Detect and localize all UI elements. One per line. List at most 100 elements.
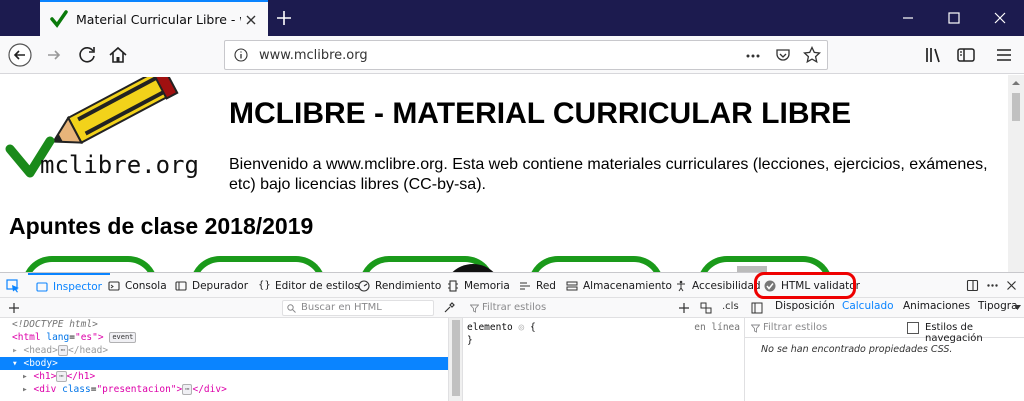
collapsed-badge[interactable]: ⋯ (182, 384, 193, 395)
eyedropper-icon[interactable] (443, 302, 455, 314)
body-node[interactable]: ▾ <body> (12, 357, 58, 370)
info-icon[interactable] (234, 48, 248, 62)
page-title: MCLIBRE - MATERIAL CURRICULAR LIBRE (229, 97, 852, 130)
browser-tab[interactable]: Material Curricular Libre - www.mclibre.… (40, 0, 268, 36)
tab-label: Almacenamiento (583, 279, 672, 292)
tab-accessibility[interactable]: Accesibilidad (675, 273, 761, 298)
tab-network[interactable]: Red (519, 273, 556, 298)
course-card[interactable] (697, 256, 833, 272)
collapsed-badge[interactable]: ⋯ (57, 345, 69, 356)
tab-console[interactable]: Consola (108, 273, 167, 298)
rule-source-location[interactable]: en línea (694, 322, 740, 333)
sidebar-icon[interactable] (954, 43, 978, 67)
doctype-node[interactable]: <!DOCTYPE html> (12, 318, 98, 331)
course-card[interactable] (190, 256, 326, 272)
body-tag: <body> (23, 358, 58, 369)
tab-fonts[interactable]: Tipogra (978, 300, 1018, 312)
logo-text: mclibre.org (40, 151, 199, 179)
tab-label: Consola (125, 279, 167, 292)
course-card[interactable] (359, 256, 503, 272)
toggle-pseudo-classes-icon[interactable] (700, 302, 712, 314)
filter-icon (470, 304, 479, 313)
library-icon[interactable] (922, 43, 946, 67)
reload-icon[interactable] (76, 43, 100, 67)
tab-storage[interactable]: Almacenamiento (566, 273, 672, 298)
toggle-sidebar-icon[interactable] (751, 302, 763, 314)
filter-styles-input[interactable]: Filtrar estilos (466, 300, 670, 316)
cls-toggle[interactable]: .cls (722, 301, 739, 312)
devtools-tabbar: Inspector Consola Depurador {} Editor de… (0, 273, 1024, 298)
element-rule[interactable]: elemento ◎ { (467, 322, 536, 333)
forward-icon[interactable] (42, 43, 66, 67)
intro-paragraph: Bienvenido a www.mclibre.org. Esta web c… (229, 156, 988, 193)
rules-view: elemento ◎ { } en línea (462, 318, 744, 401)
tab-performance[interactable]: Rendimiento (358, 273, 441, 298)
maximize-icon[interactable] (944, 8, 964, 28)
doctype-text: <!DOCTYPE html> (12, 319, 98, 330)
tab-label: Editor de estilos (275, 279, 360, 292)
html-node[interactable]: <html lang="es"> event (12, 331, 137, 344)
browser-styles-checkbox[interactable] (907, 322, 919, 334)
div-attr-value: "presentacion" (96, 384, 177, 395)
div-node[interactable]: ▸ <div class="presentacion"> ⋯ </div> (22, 383, 227, 396)
browser-styles-label: Estilos de navegación (925, 322, 983, 344)
tab-computed[interactable]: Calculado (842, 300, 894, 312)
html-attr-value: "es" (74, 332, 98, 343)
pocket-icon[interactable] (775, 47, 791, 63)
network-icon (520, 281, 530, 290)
h1-node[interactable]: ▸ <h1> ⋯ </h1> (22, 370, 95, 383)
tab-layout[interactable]: Disposición (775, 300, 835, 312)
event-badge[interactable]: event (109, 332, 137, 343)
page-scrollbar[interactable] (1008, 75, 1024, 272)
tab-label: Memoria (464, 279, 510, 292)
collapsed-badge[interactable]: ⋯ (56, 371, 67, 382)
tab-debugger[interactable]: Depurador (175, 273, 248, 298)
search-html-input[interactable]: Buscar en HTML (282, 300, 434, 316)
minimize-icon[interactable] (898, 8, 918, 28)
expand-arrow-icon[interactable]: ▸ (22, 371, 28, 382)
tab-inspector[interactable]: Inspector (28, 273, 110, 298)
tab-style-editor[interactable]: {} Editor de estilos (258, 273, 360, 298)
computed-filter-input[interactable]: Filtrar estilos (763, 322, 827, 333)
new-tab-icon[interactable] (272, 6, 296, 30)
console-icon (108, 280, 120, 291)
add-rule-icon[interactable] (678, 302, 690, 314)
close-devtools-icon[interactable] (1006, 280, 1017, 291)
page-actions-icon[interactable] (745, 48, 761, 64)
address-bar[interactable]: www.mclibre.org (224, 40, 828, 70)
inspector-icon (36, 281, 48, 292)
head-node[interactable]: ▸ <head> ⋯ </head> (12, 344, 108, 357)
expand-arrow-icon[interactable]: ▸ (22, 384, 28, 395)
expand-arrow-icon[interactable]: ▸ (12, 345, 18, 356)
menu-icon[interactable] (992, 43, 1016, 67)
devtools-panel: Inspector Consola Depurador {} Editor de… (0, 272, 1024, 401)
chevron-down-icon[interactable] (1014, 305, 1021, 311)
bookmark-star-icon[interactable] (803, 46, 821, 64)
collapse-arrow-icon[interactable]: ▾ (12, 358, 18, 369)
rule-target-icon[interactable]: ◎ (519, 322, 525, 333)
html-tag: <html (12, 332, 41, 343)
html-attr: lang (46, 332, 70, 343)
dock-icon[interactable] (966, 279, 979, 292)
computed-toolbar: Filtrar estilos Estilos de navegación (745, 318, 1024, 344)
tab-animations[interactable]: Animaciones (903, 300, 970, 312)
url-text[interactable]: www.mclibre.org (259, 48, 368, 63)
markup-scrollbar[interactable] (448, 318, 462, 401)
head-tag: <head> (23, 345, 58, 356)
scrollbar-thumb[interactable] (1012, 93, 1020, 121)
more-options-icon[interactable] (986, 279, 999, 292)
course-card[interactable] (528, 256, 664, 272)
div-tag-close: </div> (192, 384, 227, 395)
add-node-icon[interactable] (8, 302, 20, 314)
pick-element-icon[interactable] (6, 279, 20, 293)
home-icon[interactable] (106, 43, 130, 67)
tab-memory[interactable]: Memoria (447, 273, 510, 298)
tab-label: Accesibilidad (692, 279, 761, 292)
close-window-icon[interactable] (990, 8, 1010, 28)
scrollbar-thumb[interactable] (452, 320, 460, 396)
navigation-toolbar: www.mclibre.org (0, 36, 1024, 74)
course-card[interactable] (22, 256, 158, 272)
close-tab-icon[interactable] (244, 13, 258, 27)
back-icon[interactable] (8, 43, 32, 67)
scroll-up-icon[interactable] (1012, 79, 1020, 87)
